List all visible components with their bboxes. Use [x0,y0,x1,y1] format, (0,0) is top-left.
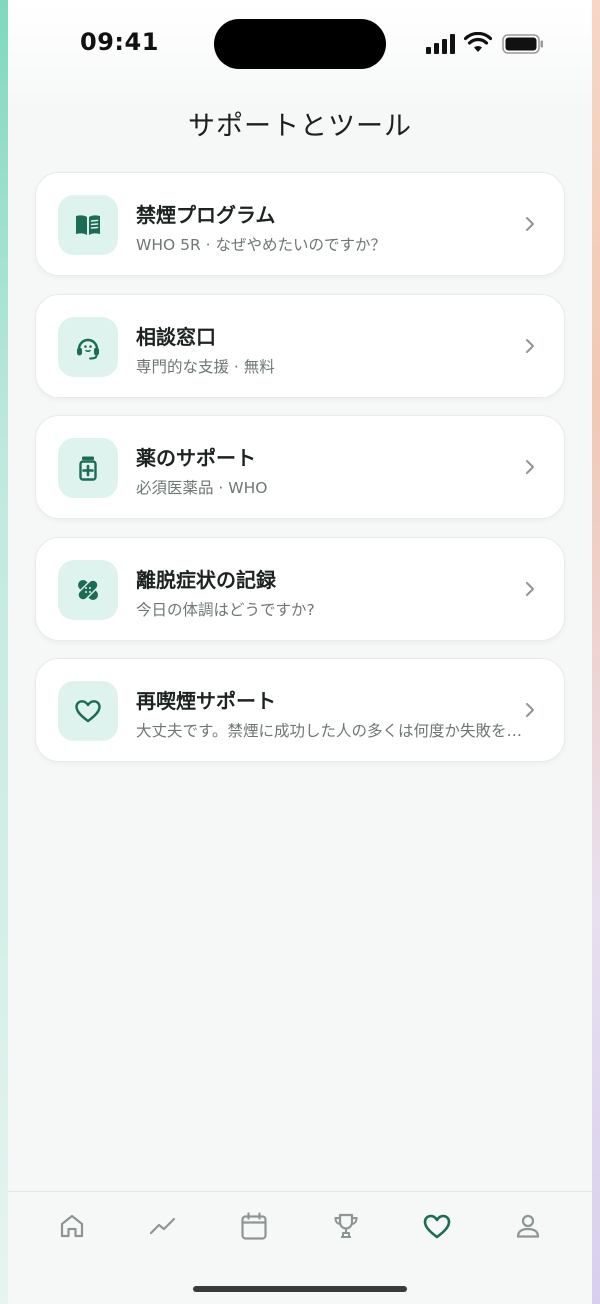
tab-calendar[interactable] [238,1210,270,1242]
card-title: 禁煙プログラム [136,203,276,227]
trend-icon [149,1217,176,1235]
card-medicine[interactable]: 薬のサポート 必須医薬品 · WHO [35,415,565,519]
tab-profile[interactable] [512,1210,544,1242]
card-subtitle: WHO 5R · なぜやめたいのですか？ [136,236,387,254]
card-icon-box [58,316,118,377]
medicine-icon [79,456,97,481]
chevron-right-icon [526,217,534,231]
home-icon [60,1214,84,1238]
card-withdrawal-log[interactable]: 離脱症状の記録 今日の体調はどうですか? [35,536,565,641]
headset-icon [77,338,99,359]
chevron-right-icon [526,338,534,353]
tab-achievements[interactable] [330,1210,362,1242]
card-title: 離脱症状の記録 [136,567,276,592]
page-title: サポートとツール [188,111,412,142]
card-icon-box [58,195,118,255]
card-subtitle: 今日の体調はどうですか? [136,600,315,619]
dynamic-island [214,19,386,69]
tab-home[interactable] [56,1210,88,1242]
left-edge [0,0,8,1304]
chevron-right-icon [526,703,534,717]
status-bar: 09:41 [8,0,592,90]
tab-support[interactable] [421,1210,453,1242]
wifi-icon [464,32,492,52]
home-indicator [193,1286,407,1292]
status-time: 09:41 [80,28,159,56]
profile-icon [516,1214,540,1238]
card-icon-box [58,559,118,620]
battery-icon [502,34,543,54]
card-subtitle: 必須医薬品 · WHO [136,479,268,497]
card-subtitle: 専門的な支援 · 無料 [136,357,275,376]
card-consultation[interactable]: 相談窓口 専門的な支援 · 無料 [35,293,565,398]
book-icon [76,215,100,235]
heart-icon [75,700,101,723]
bandage-icon [77,578,99,601]
card-title: 薬のサポート [136,446,256,470]
chevron-right-icon [526,460,534,474]
signal-icon [426,34,455,54]
card-title: 相談窓口 [136,324,216,349]
chevron-right-icon [526,581,534,596]
card-icon-box [58,438,118,498]
card-icon-box [58,681,118,741]
card-relapse-support[interactable]: 再喫煙サポート 大丈夫です。禁煙に成功した人の多くは何度か失敗を経験しています。 [35,658,565,762]
heart-icon [423,1214,451,1239]
card-subtitle: 大丈夫です。禁煙に成功した人の多くは何度か失敗を経験しています。 [136,722,526,740]
card-title: 再喫煙サポート [136,689,276,713]
support-card-list: 禁煙プログラム WHO 5R · なぜやめたいのですか？ 相談窓口 専門的な支援… [35,172,565,780]
tab-progress[interactable] [147,1210,179,1242]
card-quit-program[interactable]: 禁煙プログラム WHO 5R · なぜやめたいのですか？ [35,172,565,276]
right-edge [592,0,600,1304]
calendar-icon [241,1212,267,1240]
trophy-icon [334,1213,358,1238]
app-screen: 09:41 サポートとツール 禁煙プログラム WHO 5R · なぜやめたいので… [8,0,592,1304]
